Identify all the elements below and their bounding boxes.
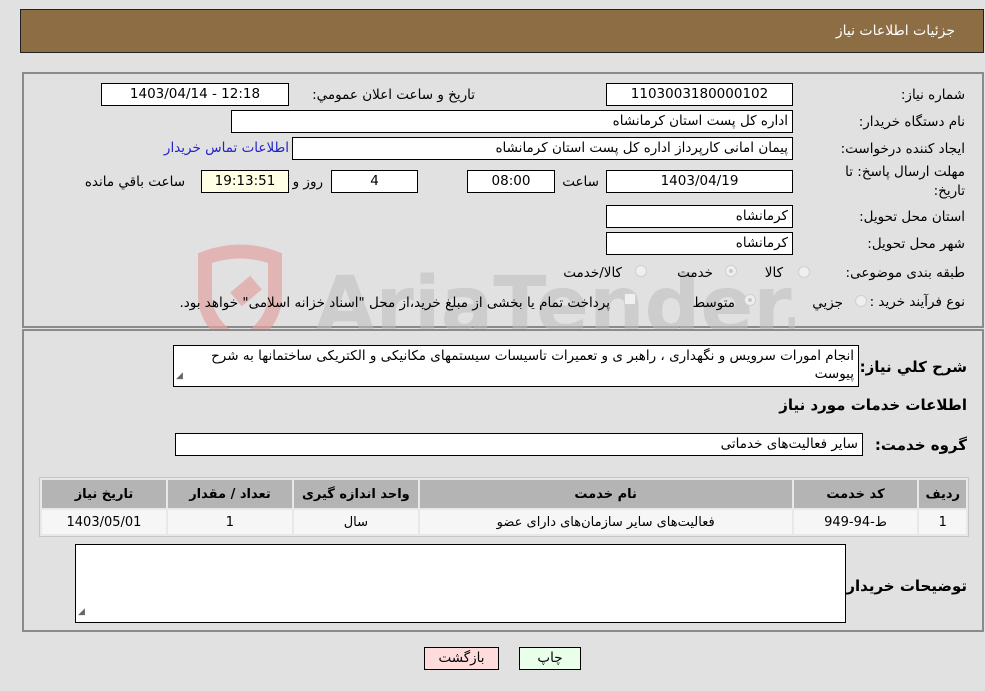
process-radio-minor[interactable] (855, 295, 867, 307)
buyer-notes-label: توضیحات خریدار: (840, 577, 967, 595)
process-option-medium: متوسط (692, 295, 735, 311)
category-option-goods-service: کالا/خدمت (563, 265, 622, 281)
days-field[interactable]: 4 (331, 170, 418, 193)
delivery-city-label: شهر محل تحویل: (867, 236, 965, 252)
deadline-time-field[interactable]: 08:00 (467, 170, 555, 193)
description-label: شرح کلي نیاز: (859, 358, 967, 376)
table-header-row: ردیف کد خدمت نام خدمت واحد اندازه گیری ت… (42, 480, 966, 508)
process-option-minor: جزیي (812, 295, 843, 311)
print-button[interactable]: چاپ (519, 647, 581, 670)
buyer-contact-link[interactable]: اطلاعات تماس خریدار (164, 140, 289, 156)
need-number-label: شماره نیاز: (900, 87, 965, 103)
page-title: جزئیات اطلاعات نیاز (835, 23, 955, 39)
col-row-number: ردیف (919, 480, 966, 508)
delivery-city-field[interactable]: کرمانشاه (606, 232, 793, 255)
category-option-service: خدمت (677, 265, 713, 281)
col-unit: واحد اندازه گیری (293, 480, 418, 508)
need-number-field[interactable]: 1103003180000102 (606, 83, 793, 106)
description-text: انجام امورات سرویس و نگهداری ، راهبر ی و… (211, 348, 854, 382)
category-radio-goods-service[interactable] (635, 265, 647, 277)
service-group-field[interactable]: سایر فعالیت‌های خدماتی (175, 433, 863, 456)
table-row: 1 ط-94-949 فعالیت‌های سایر سازمان‌های دا… (42, 510, 966, 534)
treasury-checkbox[interactable] (624, 293, 636, 305)
col-quantity: تعداد / مقدار (167, 480, 292, 508)
delivery-province-field[interactable]: کرمانشاه (606, 205, 793, 228)
resize-grip-icon[interactable]: ◢ (78, 603, 85, 621)
deadline-label-line2: تاریخ: (933, 183, 965, 199)
requester-label: ایجاد کننده درخواست: (840, 141, 965, 157)
back-button[interactable]: بازگشت (424, 647, 499, 670)
deadline-time-label: ساعت (562, 174, 599, 190)
deadline-label-line1: مهلت ارسال پاسخ: تا (845, 164, 965, 180)
requester-field[interactable]: پیمان امانی کارپرداز اداره کل پست استان … (292, 137, 793, 160)
need-info-panel-lower (22, 238, 984, 328)
treasury-note: پرداخت تمام یا بخشی از مبلغ خرید،از محل … (179, 295, 610, 311)
service-group-label: گروه خدمت: (874, 436, 967, 454)
page-header: جزئیات اطلاعات نیاز (20, 9, 984, 53)
col-service-name: نام خدمت (419, 480, 792, 508)
resize-grip-icon[interactable]: ◢ (176, 367, 183, 385)
cell-quantity: 1 (167, 510, 292, 534)
description-textarea[interactable]: انجام امورات سرویس و نگهداری ، راهبر ی و… (173, 345, 859, 387)
category-radio-goods[interactable] (798, 266, 810, 278)
purchase-process-label: نوع فرآیند خرید : (869, 294, 965, 310)
cell-service-code: ط-94-949 (793, 510, 918, 534)
remaining-time-label: ساعت باقي مانده (84, 174, 185, 190)
category-option-goods: کالا (764, 265, 783, 281)
deadline-date-field[interactable]: 1403/04/19 (606, 170, 793, 193)
days-label: روز و (292, 174, 323, 190)
category-label: طبقه بندی موضوعی: (845, 265, 965, 281)
services-section-title: اطلاعات خدمات مورد نیاز (779, 396, 967, 414)
category-radio-service[interactable] (725, 265, 737, 277)
buyer-org-label: نام دستگاه خریدار: (858, 114, 965, 130)
buyer-org-field[interactable]: اداره کل پست استان کرمانشاه (231, 110, 793, 133)
process-radio-medium[interactable] (744, 294, 756, 306)
remaining-time-field: 19:13:51 (201, 170, 289, 193)
services-table: ردیف کد خدمت نام خدمت واحد اندازه گیری ت… (39, 477, 969, 537)
delivery-province-label: استان محل تحویل: (859, 209, 965, 225)
col-service-code: کد خدمت (793, 480, 918, 508)
buyer-notes-textarea[interactable]: ◢ (75, 544, 846, 623)
cell-unit: سال (293, 510, 418, 534)
cell-need-date: 1403/05/01 (42, 510, 166, 534)
announce-datetime-label: تاریخ و ساعت اعلان عمومي: (312, 87, 475, 103)
announce-datetime-field[interactable]: 1403/04/14 - 12:18 (101, 83, 289, 106)
col-need-date: تاریخ نیاز (42, 480, 166, 508)
cell-service-name: فعالیت‌های سایر سازمان‌های دارای عضو (419, 510, 792, 534)
cell-row-number: 1 (919, 510, 966, 534)
